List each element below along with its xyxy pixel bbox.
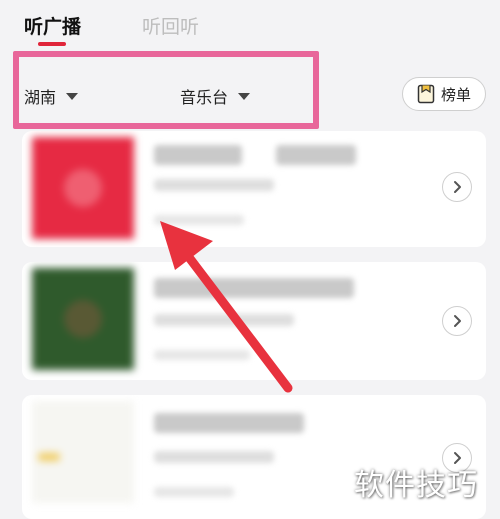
open-station-button[interactable]	[442, 172, 472, 202]
station-thumbnail	[32, 268, 134, 370]
top-tab-bar: 听广播 听回听	[0, 0, 500, 52]
chevron-right-icon	[454, 181, 461, 193]
station-thumbnail	[32, 137, 134, 239]
blurred-station-subtitle	[154, 179, 274, 191]
open-station-button[interactable]	[442, 306, 472, 336]
rank-list-button[interactable]: 榜单	[402, 77, 486, 111]
tab-live-radio[interactable]: 听广播	[24, 12, 81, 39]
blurred-station-meta	[154, 215, 244, 225]
blurred-station-name	[276, 145, 356, 165]
blurred-station-name	[154, 278, 354, 298]
blurred-station-meta	[154, 487, 234, 497]
station-card[interactable]	[22, 131, 486, 247]
rank-list-icon	[417, 84, 435, 104]
blurred-station-meta	[154, 350, 250, 360]
tab-replay[interactable]: 听回听	[142, 12, 199, 39]
chevron-right-icon	[454, 315, 461, 327]
blurred-station-subtitle	[154, 451, 274, 463]
blurred-station-name	[154, 145, 242, 165]
annotation-highlight-box	[13, 51, 319, 129]
watermark-text: 软件技巧	[354, 468, 478, 503]
station-thumbnail	[32, 401, 134, 503]
active-tab-indicator	[38, 42, 66, 46]
blurred-station-name	[154, 413, 304, 433]
station-card[interactable]	[22, 262, 486, 380]
blurred-station-subtitle	[154, 314, 294, 326]
rank-list-label: 榜单	[440, 85, 471, 104]
